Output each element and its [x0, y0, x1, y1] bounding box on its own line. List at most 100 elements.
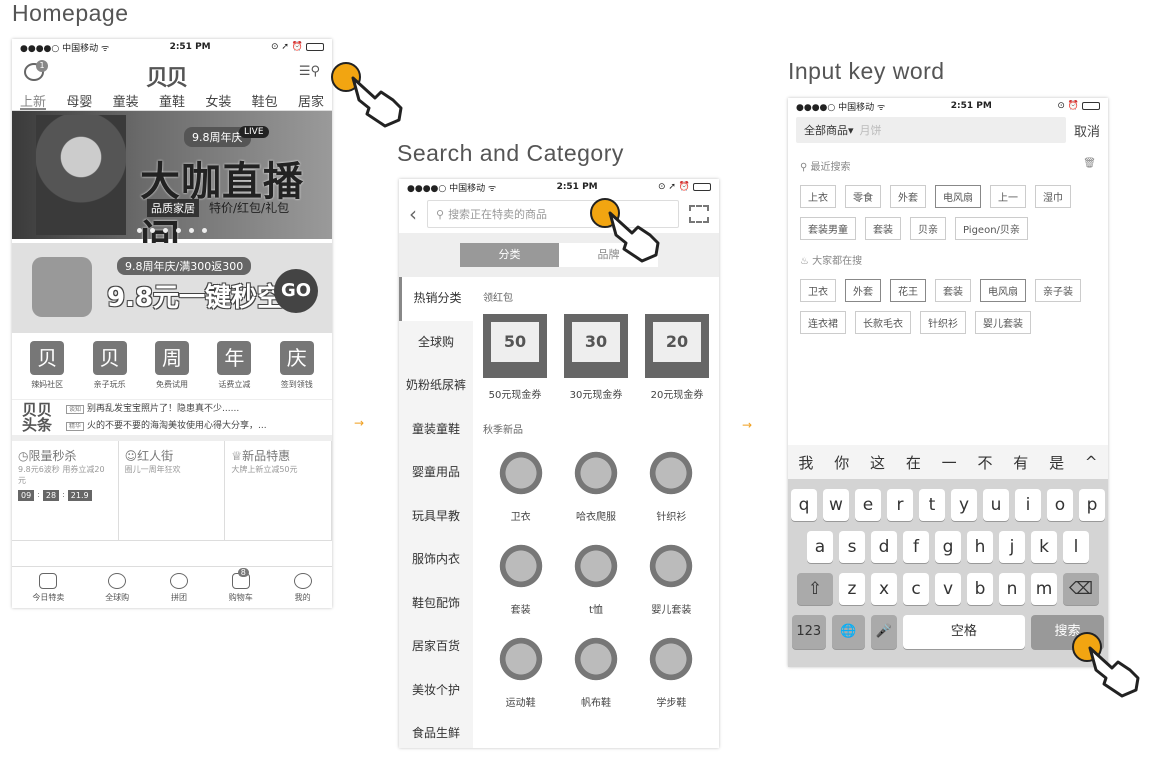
tab-me[interactable]: 我的 — [293, 567, 312, 608]
recent-chip[interactable]: 外套 — [890, 185, 926, 208]
new-arrivals-card[interactable]: ♕新品特惠 大牌上新立减50元 — [225, 441, 332, 540]
key[interactable]: y — [951, 489, 977, 521]
recent-chip[interactable]: Pigeon/贝亲 — [955, 217, 1028, 240]
key[interactable]: i — [1015, 489, 1041, 521]
tab-home[interactable]: 居家 — [298, 89, 324, 110]
space-key[interactable]: 空格 — [902, 615, 1025, 649]
key[interactable]: x — [871, 573, 897, 605]
trash-icon[interactable]: 🗑 — [1083, 158, 1096, 173]
category-search-icon[interactable]: ☰⚲ — [299, 64, 320, 79]
cancel-button[interactable]: 取消 — [1074, 121, 1100, 140]
backspace-key[interactable]: ⌫ — [1063, 573, 1099, 605]
sidebar-item-toys[interactable]: 玩具早教 — [399, 495, 473, 539]
shortcut-community[interactable]: 贝辣妈社区 — [30, 341, 65, 399]
tab-today-sale[interactable]: 今日特卖 — [32, 567, 64, 608]
key[interactable]: l — [1063, 531, 1089, 563]
key[interactable]: q — [791, 489, 817, 521]
hot-chip[interactable]: 长款毛衣 — [855, 311, 911, 334]
recent-chip[interactable]: 湿巾 — [1035, 185, 1071, 208]
candidate[interactable]: 你 — [834, 452, 849, 473]
search-input[interactable]: 全部商品▾ 月饼 — [796, 117, 1066, 143]
product-hoodie[interactable]: 卫衣 — [483, 446, 558, 523]
news-item[interactable]: 精华 火的不要不要的海淘美妆使用心得大分享，... — [66, 418, 267, 435]
key[interactable]: v — [935, 573, 961, 605]
recent-chip[interactable]: 套装男童 — [800, 217, 856, 240]
tab-group-buy[interactable]: 拼团 — [169, 567, 188, 608]
hot-chip[interactable]: 针织衫 — [920, 311, 966, 334]
product-sneakers[interactable]: 运动鞋 — [483, 632, 558, 709]
tab-global[interactable]: 全球购 — [105, 567, 129, 608]
shortcut-parenting[interactable]: 贝亲子玩乐 — [92, 341, 127, 399]
product-canvas-shoes[interactable]: 帆布鞋 — [558, 632, 633, 709]
recent-chip[interactable]: 套装 — [865, 217, 901, 240]
recent-chip[interactable]: 零食 — [845, 185, 881, 208]
hot-chip[interactable]: 卫衣 — [800, 279, 836, 302]
coupon-30[interactable]: 30 30元现金券 — [564, 314, 628, 401]
tab-bags[interactable]: 鞋包 — [252, 89, 278, 110]
key[interactable]: t — [919, 489, 945, 521]
key[interactable]: a — [807, 531, 833, 563]
key[interactable]: e — [855, 489, 881, 521]
candidate[interactable]: 是 — [1049, 452, 1064, 473]
candidate[interactable]: 在 — [906, 452, 921, 473]
candidate[interactable]: 这 — [870, 452, 885, 473]
message-icon[interactable]: 1 — [24, 60, 48, 81]
key[interactable]: d — [871, 531, 897, 563]
sidebar-item-apparel[interactable]: 服饰内衣 — [399, 538, 473, 582]
sidebar-item-food[interactable]: 食品生鲜 — [399, 712, 473, 748]
numbers-key[interactable]: 123 — [792, 615, 826, 649]
sidebar-item-beauty[interactable]: 美妆个护 — [399, 669, 473, 713]
recent-chip[interactable]: 电风扇 — [935, 185, 981, 208]
microphone-key-icon[interactable]: 🎤 — [871, 615, 897, 649]
headline-news[interactable]: 贝贝头条 谈知 别再乱发宝宝照片了！隐患真不少...... 精华 火的不要不要的海淘… — [12, 399, 332, 441]
key[interactable]: s — [839, 531, 865, 563]
key[interactable]: h — [967, 531, 993, 563]
key[interactable]: b — [967, 573, 993, 605]
key[interactable]: w — [823, 489, 849, 521]
candidate[interactable]: 我 — [798, 452, 813, 473]
promo-banner[interactable]: 9.8周年庆/满300返300 9.8元一键秒空! GO — [12, 243, 332, 333]
key[interactable]: u — [983, 489, 1009, 521]
shortcut-phone-credit[interactable]: 年话费立减 — [217, 341, 252, 399]
coupon-50[interactable]: 50 50元现金券 — [483, 314, 547, 401]
key[interactable]: f — [903, 531, 929, 563]
key[interactable]: p — [1079, 489, 1105, 521]
sidebar-item-formula-diapers[interactable]: 奶粉纸尿裤 — [399, 364, 473, 408]
recent-chip[interactable]: 上衣 — [800, 185, 836, 208]
sidebar-item-hot[interactable]: 热销分类 — [399, 277, 473, 321]
product-romper[interactable]: 哈衣爬服 — [558, 446, 633, 523]
tab-cart[interactable]: 8 购物车 — [229, 567, 253, 608]
key[interactable]: z — [839, 573, 865, 605]
influencer-card[interactable]: ☺红人街 圈儿一周年狂欢 — [119, 441, 226, 540]
key[interactable]: k — [1031, 531, 1057, 563]
key[interactable]: r — [887, 489, 913, 521]
flash-sale-card[interactable]: ◷限量秒杀 9.8元6波秒 用券立减20元 09:28:21.9 — [12, 441, 119, 540]
go-button[interactable]: GO — [274, 269, 318, 313]
candidate[interactable]: 有 — [1013, 452, 1028, 473]
tab-new[interactable]: 上新 — [20, 89, 47, 110]
shortcut-free-trial[interactable]: 周免费试用 — [154, 341, 189, 399]
news-item[interactable]: 谈知 别再乱发宝宝照片了！隐患真不少...... — [66, 401, 267, 418]
sidebar-item-kids-wear[interactable]: 童装童鞋 — [399, 408, 473, 452]
product-baby-set[interactable]: 婴儿套装 — [634, 539, 709, 616]
hot-chip[interactable]: 电风扇 — [980, 279, 1026, 302]
coupon-20[interactable]: 20 20元现金券 — [645, 314, 709, 401]
live-banner[interactable]: 9.8周年庆 LIVE 大咖直播间 品质家居 特价/红包/礼包 — [12, 111, 332, 263]
key[interactable]: g — [935, 531, 961, 563]
tab-kids-shoes[interactable]: 童鞋 — [159, 89, 185, 110]
hot-chip[interactable]: 花王 — [890, 279, 926, 302]
tab-baby[interactable]: 母婴 — [66, 89, 92, 110]
back-icon[interactable]: ‹ — [409, 202, 417, 226]
candidate[interactable]: 一 — [942, 452, 957, 473]
scope-dropdown[interactable]: 全部商品▾ — [804, 122, 854, 138]
key[interactable]: o — [1047, 489, 1073, 521]
scan-icon[interactable] — [689, 205, 709, 223]
hot-chip[interactable]: 套装 — [935, 279, 971, 302]
candidate[interactable]: 不 — [977, 452, 992, 473]
recent-chip[interactable]: 上一 — [990, 185, 1026, 208]
recent-chip[interactable]: 贝亲 — [910, 217, 946, 240]
product-knitwear[interactable]: 针织衫 — [634, 446, 709, 523]
hot-chip[interactable]: 连衣裙 — [800, 311, 846, 334]
key[interactable]: n — [999, 573, 1025, 605]
sidebar-item-shoes-bags[interactable]: 鞋包配饰 — [399, 582, 473, 626]
